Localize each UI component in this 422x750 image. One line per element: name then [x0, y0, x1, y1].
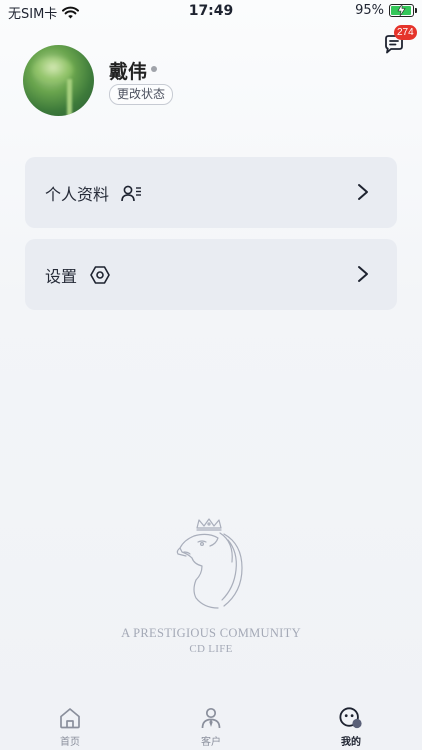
tab-label: 首页	[60, 737, 80, 748]
home-icon	[60, 708, 80, 729]
message-count-badge: 274	[394, 25, 417, 40]
brand-name: CD LIFE	[189, 643, 233, 655]
chevron-right-icon	[358, 266, 368, 282]
menu-item-label: 个人资料	[45, 184, 110, 204]
avatar-stem-shape	[67, 79, 72, 116]
chevron-right-icon	[358, 184, 368, 200]
battery-icon	[389, 4, 417, 17]
battery-percent: 95%	[355, 3, 384, 18]
tab-label: 我的	[341, 737, 361, 748]
tab-label: 客户	[201, 737, 221, 748]
status-right: 95%	[355, 3, 417, 18]
bottom-tab-bar: 首页 客户 我的	[0, 700, 422, 750]
user-name: 戴伟	[109, 61, 148, 83]
smiley-me-icon	[339, 707, 362, 729]
status-bar: 无SIM卡 17:49 95%	[0, 0, 422, 24]
brand-lion-logo	[176, 518, 243, 609]
brand-slogan: A PRESTIGIOUS COMMUNITY	[121, 626, 301, 640]
profile-list-icon	[121, 182, 143, 204]
tab-customers[interactable]: 客户	[181, 706, 241, 748]
hexagon-settings-icon	[89, 264, 111, 286]
avatar[interactable]	[23, 45, 94, 116]
menu-item-settings[interactable]: 设置	[25, 239, 397, 310]
presence-dot	[151, 66, 157, 72]
battery-fill	[391, 4, 411, 16]
change-status-button[interactable]: 更改状态	[109, 84, 174, 105]
tab-home[interactable]: 首页	[40, 706, 100, 748]
charging-bolt-icon	[397, 4, 406, 16]
menu-item-label: 设置	[45, 266, 78, 286]
customer-icon	[201, 707, 221, 729]
menu-item-profile[interactable]: 个人资料	[25, 157, 397, 228]
tab-mine[interactable]: 我的	[321, 706, 381, 748]
